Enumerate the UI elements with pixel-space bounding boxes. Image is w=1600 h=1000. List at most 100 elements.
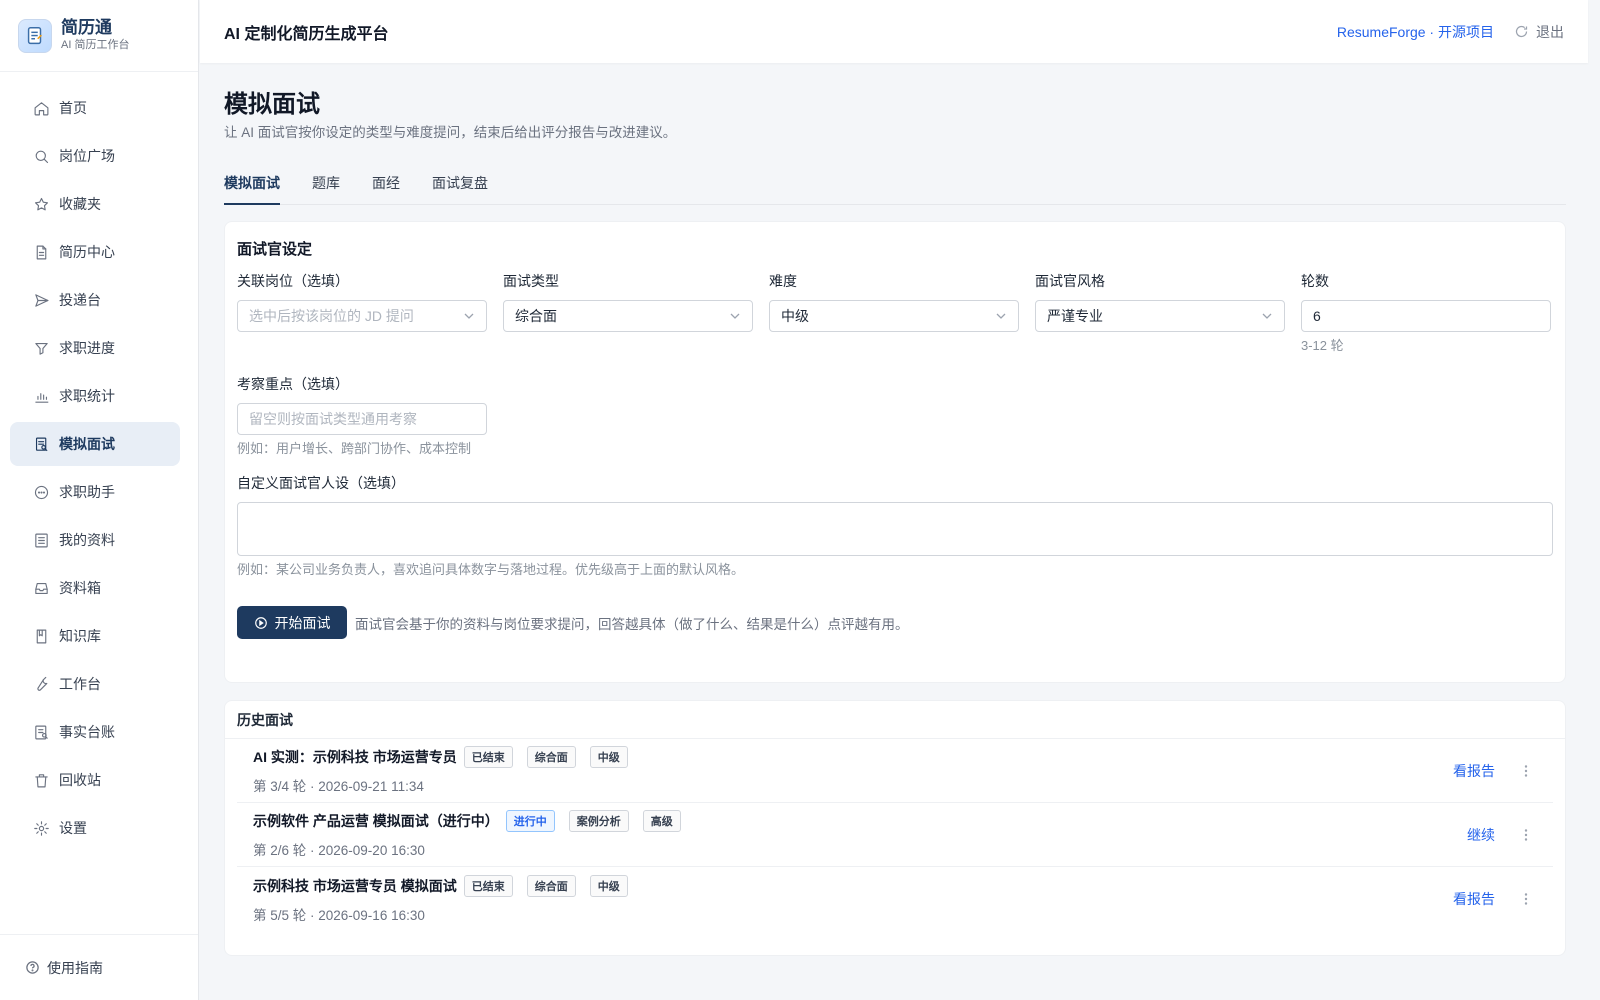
chevron-down-icon <box>996 313 1006 319</box>
sidebar-item-label: 投递台 <box>59 292 101 308</box>
more-vertical-icon[interactable] <box>1519 764 1533 778</box>
sidebar-item-label: 设置 <box>59 820 87 836</box>
history-title: 历史面试 <box>225 701 1565 739</box>
history-row[interactable]: AI 实测：示例科技 市场运营专员 已结束 综合面 中级第 3/4 轮 · 2026-… <box>237 739 1553 803</box>
style-value: 严谨专业 <box>1047 308 1103 324</box>
type-badge: 案例分析 <box>568 810 629 832</box>
history-card: 历史面试 AI 实测：示例科技 市场运营专员 已结束 综合面 中级第 3/4 轮 · … <box>224 700 1566 956</box>
sidebar-item-15[interactable]: 设置 <box>10 806 180 850</box>
brand-subtitle: AI 简历工作台 <box>61 39 130 51</box>
help-guide-link[interactable]: 使用指南 <box>0 934 198 1000</box>
style-label: 面试官风格 <box>1035 273 1105 289</box>
tab-interview-review[interactable]: 面试复盘 <box>432 163 488 204</box>
history-action-link[interactable]: 看报告 <box>1453 889 1495 909</box>
type-field: 面试类型 综合面 <box>503 271 753 356</box>
open-source-link[interactable]: ResumeForge · 开源项目 <box>1337 22 1494 42</box>
sidebar-item-2[interactable]: 收藏夹 <box>10 182 180 226</box>
history-title-text: AI 实测：示例科技 市场运营专员 <box>253 749 457 765</box>
tab-bar: 模拟面试 题库 面经 面试复盘 <box>224 163 1566 205</box>
tab-interview-experience[interactable]: 面经 <box>372 163 400 204</box>
sidebar-item-13[interactable]: 事实台账 <box>10 710 180 754</box>
rounds-value: 6 <box>1313 308 1321 324</box>
brand-name: 简历通 <box>61 18 112 37</box>
sidebar-item-label: 求职统计 <box>59 388 115 404</box>
history-list: AI 实测：示例科技 市场运营专员 已结束 综合面 中级第 3/4 轮 · 2026-… <box>225 739 1565 931</box>
history-meta: 第 2/6 轮 · 2026-09-20 16:30 <box>253 843 425 858</box>
status-badge: 已结束 <box>463 746 513 768</box>
sidebar-item-14[interactable]: 回收站 <box>10 758 180 802</box>
trash-icon <box>33 772 50 789</box>
home-icon <box>33 100 50 117</box>
level-badge: 高级 <box>642 810 681 832</box>
brand[interactable]: 简历通 AI 简历工作台 <box>0 0 198 72</box>
sidebar-item-8[interactable]: 求职助手 <box>10 470 180 514</box>
help-guide-label: 使用指南 <box>47 959 103 976</box>
persona-field: 自定义面试官人设（选填） 例如：某公司业务负责人，喜欢追问具体数字与落地过程。优… <box>237 473 1553 580</box>
sidebar-item-7[interactable]: 模拟面试 <box>10 422 180 466</box>
type-badge: 综合面 <box>526 746 576 768</box>
type-label: 面试类型 <box>503 273 559 289</box>
sidebar-item-label: 简历中心 <box>59 244 115 260</box>
difficulty-value: 中级 <box>781 308 809 324</box>
start-interview-label: 开始面试 <box>274 614 331 631</box>
difficulty-field: 难度 中级 <box>769 271 1019 356</box>
document-icon <box>33 244 50 261</box>
history-title-text: 示例科技 市场运营专员 模拟面试 <box>253 877 457 894</box>
start-hint: 面试官会基于你的资料与岗位要求提问，回答越具体（做了什么、结果是什么）点评越有用… <box>355 616 909 632</box>
interview-icon <box>33 436 50 453</box>
main-content: 模拟面试 让 AI 面试官按你设定的类型与难度提问，结束后给出评分报告与改进建议… <box>224 63 1566 956</box>
sidebar-item-10[interactable]: 资料箱 <box>10 566 180 610</box>
settings-title: 面试官设定 <box>237 241 313 258</box>
page-title: 模拟面试 <box>224 91 320 118</box>
chat-icon <box>33 484 50 501</box>
sidebar-item-label: 求职助手 <box>59 484 115 500</box>
help-icon <box>26 961 39 974</box>
start-interview-button[interactable]: 开始面试 <box>237 606 347 639</box>
sidebar-item-6[interactable]: 求职统计 <box>10 374 180 418</box>
logout-button[interactable]: 退出 <box>1514 22 1564 42</box>
style-select[interactable]: 严谨专业 <box>1035 300 1285 332</box>
sidebar-item-12[interactable]: 工作台 <box>10 662 180 706</box>
sidebar-item-9[interactable]: 我的资料 <box>10 518 180 562</box>
interviewer-settings-card: 面试官设定 关联岗位（选填） 选中后按该岗位的 JD 提问 面试类型 综合面 难… <box>224 221 1566 683</box>
profile-list-icon <box>33 532 50 549</box>
history-row[interactable]: 示例软件 产品运营 模拟面试（进行中） 进行中 案例分析 高级第 2/6 轮 · 20… <box>237 803 1553 867</box>
history-action-link[interactable]: 继续 <box>1467 825 1495 845</box>
sidebar-item-label: 知识库 <box>59 628 101 644</box>
rounds-input[interactable]: 6 <box>1301 300 1551 332</box>
type-select[interactable]: 综合面 <box>503 300 753 332</box>
position-select[interactable]: 选中后按该岗位的 JD 提问 <box>237 300 487 332</box>
history-row[interactable]: 示例科技 市场运营专员 模拟面试 已结束 综合面 中级第 5/5 轮 · 2026-0… <box>237 867 1553 931</box>
tab-question-bank[interactable]: 题库 <box>312 163 340 204</box>
sidebar-item-4[interactable]: 投递台 <box>10 278 180 322</box>
difficulty-label: 难度 <box>769 273 797 289</box>
focus-hint: 例如：用户增长、跨部门协作、成本控制 <box>237 441 472 456</box>
sidebar-item-label: 模拟面试 <box>59 436 115 452</box>
history-title-text: 示例软件 产品运营 模拟面试（进行中） <box>253 813 499 829</box>
persona-label: 自定义面试官人设（选填） <box>237 475 405 491</box>
sidebar-item-0[interactable]: 首页 <box>10 86 180 130</box>
focus-label: 考察重点（选填） <box>237 376 349 392</box>
history-action-link[interactable]: 看报告 <box>1453 761 1495 781</box>
rounds-hint: 3-12 轮 <box>1301 338 1344 353</box>
sidebar-item-label: 岗位广场 <box>59 148 115 164</box>
page-description: 让 AI 面试官按你设定的类型与难度提问，结束后给出评分报告与改进建议。 <box>224 125 677 140</box>
sidebar-item-11[interactable]: 知识库 <box>10 614 180 658</box>
bar-chart-icon <box>33 388 50 405</box>
persona-textarea[interactable] <box>237 502 1553 556</box>
more-vertical-icon[interactable] <box>1519 828 1533 842</box>
difficulty-select[interactable]: 中级 <box>769 300 1019 332</box>
tab-mock-interview[interactable]: 模拟面试 <box>224 163 280 205</box>
sidebar-item-3[interactable]: 简历中心 <box>10 230 180 274</box>
sidebar-item-5[interactable]: 求职进度 <box>10 326 180 370</box>
type-badge: 综合面 <box>526 874 576 897</box>
focus-input[interactable]: 留空则按面试类型通用考察 <box>237 403 487 435</box>
sidebar-item-1[interactable]: 岗位广场 <box>10 134 180 178</box>
sidebar-item-label: 工作台 <box>59 676 101 692</box>
star-icon <box>33 196 50 213</box>
rounds-field: 轮数 6 3-12 轮 <box>1301 271 1551 356</box>
position-field: 关联岗位（选填） 选中后按该岗位的 JD 提问 <box>237 271 487 356</box>
level-badge: 中级 <box>589 746 628 768</box>
search-icon <box>33 148 50 165</box>
more-vertical-icon[interactable] <box>1519 892 1533 906</box>
